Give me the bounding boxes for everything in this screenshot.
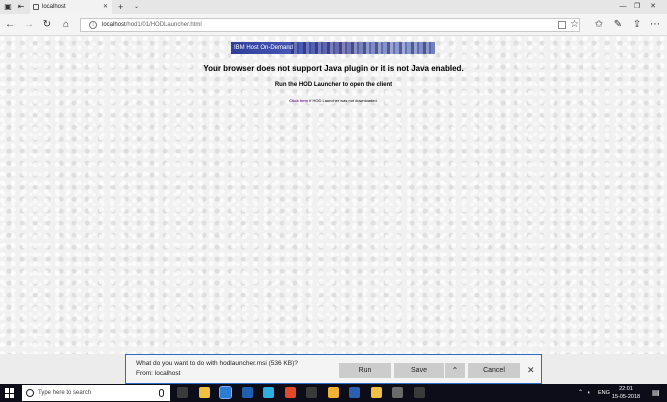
tab-manager-icon[interactable]: ▣ [3,2,13,12]
save-button[interactable]: Save [394,363,444,378]
page-favicon-icon [33,4,39,10]
minimize-icon[interactable]: — [617,0,629,14]
tab-preview-chevron-icon[interactable]: ⌄ [134,0,139,14]
page-content: IBM Host On-Demand Your browser does not… [0,36,667,354]
cancel-button[interactable]: Cancel [468,363,520,378]
system-tray-chevron-icon[interactable]: ⌃ [578,384,583,402]
navigation-bar: ← → ↻ ⌂ i localhost/hod1/01/HODLauncher.… [0,14,667,36]
clock-time: 22:01 [619,386,633,392]
download-source: From: localhost [136,370,181,377]
search-placeholder: Type here to search [38,390,92,396]
download-notification-bar: What do you want to do with hodlauncher.… [125,354,542,384]
click-here-link[interactable]: Click here [289,98,308,103]
refresh-icon[interactable]: ↻ [40,17,54,33]
address-bar[interactable]: i localhost/hod1/01/HODLauncher.html ☆ [80,18,580,32]
taskbar-app-icon[interactable] [349,387,360,398]
download-hint: Click here if HOD Launcher was not downl… [0,98,667,103]
save-options-chevron-icon[interactable]: ⌃ [445,363,465,378]
download-bar-close-icon[interactable]: ✕ [527,364,535,376]
taskbar-clock[interactable]: 22:01 15-05-2018 [606,385,646,401]
action-center-icon[interactable]: ▤ [652,384,660,402]
taskbar-app-icon[interactable] [413,387,425,398]
reading-view-icon[interactable] [558,21,566,29]
window-close-icon[interactable]: ✕ [647,0,659,14]
run-launcher-message: Run the HOD Launcher to open the client [274,82,393,88]
forward-icon[interactable]: → [22,17,36,33]
taskbar-app-icon[interactable] [392,387,403,398]
cortana-circle-icon [26,389,34,397]
banner-graphic [291,42,435,54]
share-icon[interactable]: ⇪ [630,17,644,33]
taskbar-app-icon[interactable] [263,387,274,398]
taskbar-app-icon[interactable] [284,387,296,398]
taskbar-search-box[interactable]: Type here to search [22,385,170,401]
download-question: What do you want to do with hodlauncher.… [136,360,298,367]
ibm-hod-banner: IBM Host On-Demand [231,42,435,54]
taskbar-app-icon[interactable] [219,386,232,399]
address-text[interactable]: localhost/hod1/01/HODLauncher.html [102,19,202,31]
windows-taskbar: Type here to search ⌃ ◖ ENG 22:01 15-05-… [0,384,667,402]
microphone-icon[interactable] [159,389,164,397]
run-button[interactable]: Run [339,363,391,378]
volume-icon[interactable]: ◖ [587,384,590,402]
download-hint-text: if HOD Launcher was not downloaded. [308,98,378,103]
taskbar-app-icon[interactable] [241,387,253,398]
notes-pen-icon[interactable]: ✎ [611,17,625,33]
more-menu-icon[interactable]: ⋯ [648,17,662,33]
taskbar-app-icon[interactable] [198,387,210,398]
restore-icon[interactable]: ❐ [631,0,643,14]
taskbar-app-icon[interactable] [327,387,339,398]
new-tab-icon[interactable]: + [118,0,123,14]
taskbar-app-icon[interactable] [306,387,317,398]
tab-title: localhost [42,4,66,10]
tab-strip: ▣ ⇤ localhost ✕ + ⌄ — ❐ ✕ [0,0,667,14]
favorites-icon[interactable]: ✩ [592,17,606,33]
taskbar-app-icon[interactable] [177,387,188,398]
clock-date: 15-05-2018 [611,394,641,400]
taskbar-app-icon[interactable] [370,387,382,398]
banner-text: IBM Host On-Demand [234,45,294,51]
set-tabs-aside-icon[interactable]: ⇤ [16,2,26,12]
tab-close-icon[interactable]: ✕ [103,0,108,14]
windows-start-icon[interactable] [5,388,15,398]
tab-localhost[interactable]: localhost ✕ [30,0,112,14]
add-favorite-star-icon[interactable]: ☆ [570,19,579,31]
java-unsupported-message: Your browser does not support Java plugi… [203,64,464,73]
info-icon[interactable]: i [89,21,97,29]
back-icon[interactable]: ← [3,17,17,33]
home-icon[interactable]: ⌂ [59,17,73,33]
